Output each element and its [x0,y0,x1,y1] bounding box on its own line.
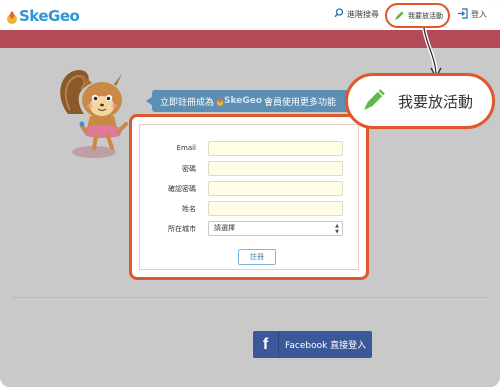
facebook-login-button[interactable]: f Facebook 直接登入 [253,331,372,358]
pencil-icon [394,6,405,25]
mini-logo-icon [216,97,224,106]
email-label: Email [176,144,196,152]
app-window: SkeGeo 進階搜尋 登入 立即註冊成為 SkeGeo 會員使用更多功能 Em… [0,0,500,387]
logo-mark-icon [6,9,18,24]
advanced-search-link[interactable]: 進階搜尋 [334,8,379,20]
email-field[interactable] [208,141,343,156]
name-label: 姓名 [182,205,196,213]
search-icon [334,8,344,20]
promo-text-after: 會員使用更多功能 [264,97,337,108]
logo-text: SkeGeo [19,7,80,25]
name-field[interactable] [208,201,343,216]
city-select[interactable]: 請選擇 ▲ ▼ [208,221,343,236]
squirrel-mascot-image [56,66,136,162]
create-event-link[interactable]: 我要放活動 [385,3,450,28]
confirm-password-row: 確認密碼 [140,181,366,197]
pencil-icon [362,86,388,116]
registration-form: Email 密碼 確認密碼 姓名 所在城市 請選擇 ▲ ▼ 註冊 [139,124,359,270]
create-event-label: 我要放活動 [408,11,443,20]
password-label: 密碼 [182,165,196,173]
password-field[interactable] [208,161,343,176]
login-icon [457,8,468,21]
login-label: 登入 [471,10,487,19]
select-arrows-icon: ▲ ▼ [335,223,339,235]
callout-label: 我要放活動 [398,92,474,111]
confirm-password-field[interactable] [208,181,343,196]
logo[interactable]: SkeGeo [6,6,80,26]
register-button[interactable]: 註冊 [238,249,276,265]
header-color-bar [0,30,500,48]
create-event-callout: 我要放活動 [345,73,495,129]
city-select-value: 請選擇 [214,224,235,232]
promo-brand-text: SkeGeo [224,96,263,106]
login-link[interactable]: 登入 [457,8,487,21]
facebook-icon: f [253,331,279,358]
confirm-password-label: 確認密碼 [168,185,196,193]
promo-bubble: 立即註冊成為 SkeGeo 會員使用更多功能 [152,90,352,112]
divider [12,297,488,298]
email-row: Email [140,141,366,157]
advanced-search-label: 進階搜尋 [347,9,379,19]
registration-form-card: Email 密碼 確認密碼 姓名 所在城市 請選擇 ▲ ▼ 註冊 [129,114,369,280]
facebook-login-label: Facebook 直接登入 [285,341,367,351]
city-row: 所在城市 請選擇 ▲ ▼ [140,221,366,237]
name-row: 姓名 [140,201,366,217]
city-label: 所在城市 [168,225,196,233]
promo-brand: SkeGeo [216,96,262,106]
promo-text-before: 立即註冊成為 [160,97,215,108]
password-row: 密碼 [140,161,366,177]
